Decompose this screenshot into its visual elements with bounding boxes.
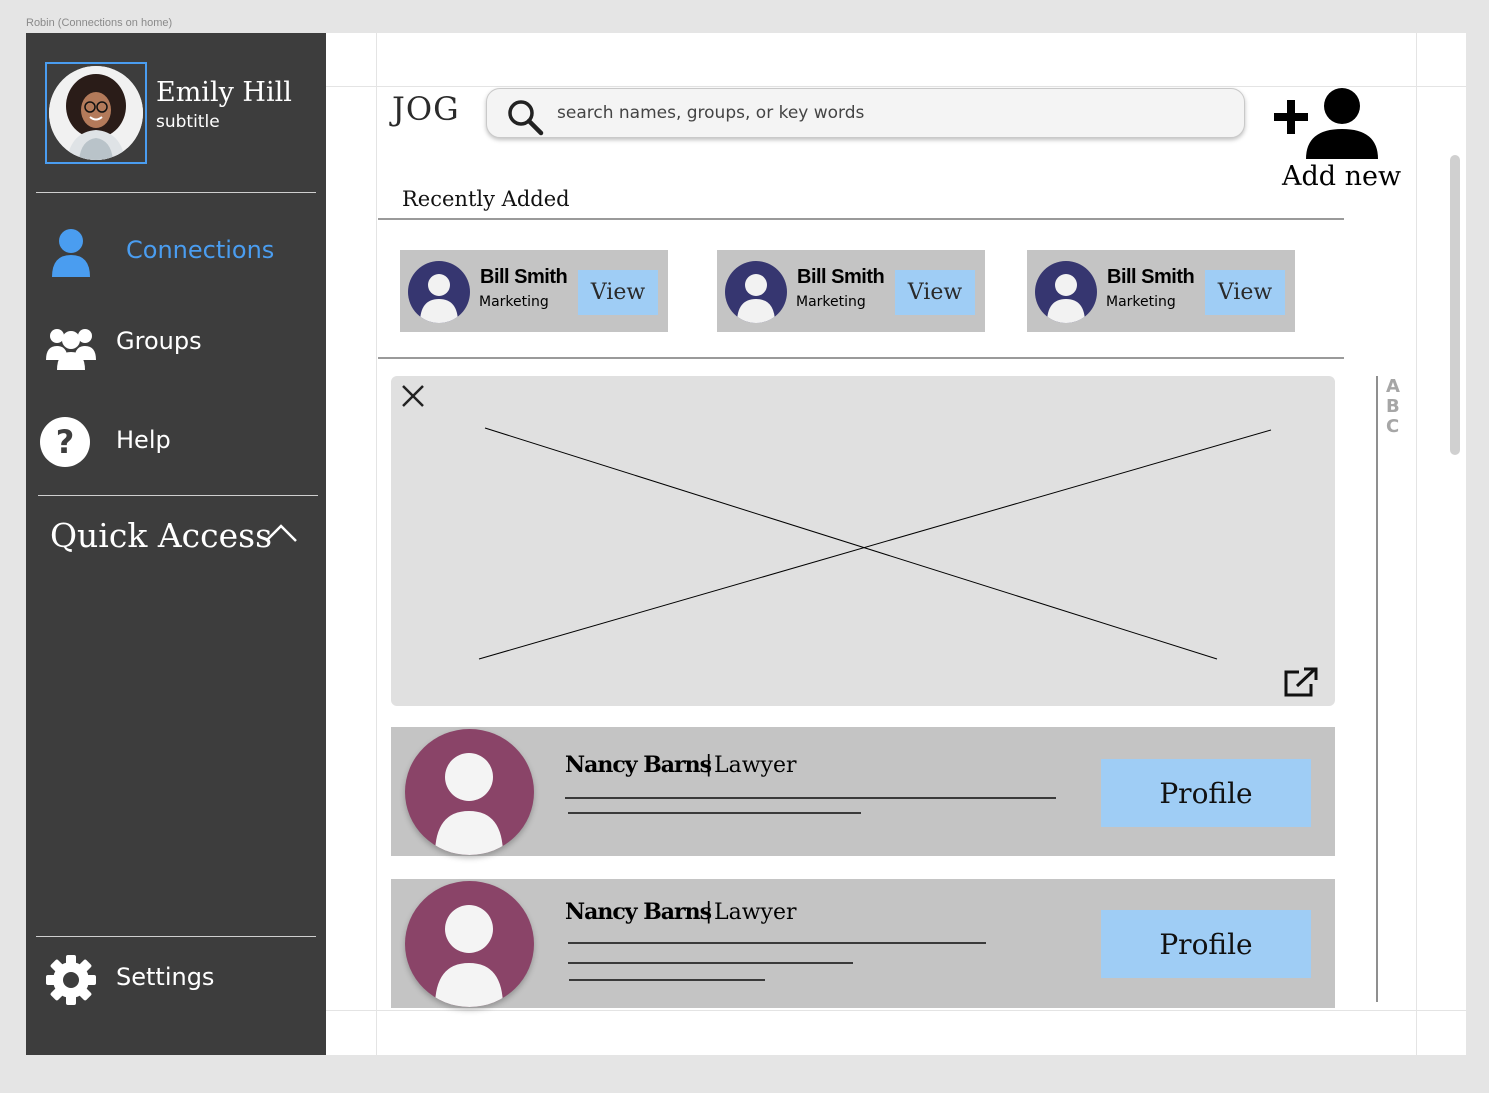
view-button[interactable]: View bbox=[1205, 270, 1285, 315]
sidebar-item-groups[interactable]: Groups bbox=[26, 315, 326, 375]
sidebar-item-help[interactable]: ? Help bbox=[26, 412, 326, 472]
user-subtitle: subtitle bbox=[156, 112, 220, 132]
recent-card: Bill Smith Marketing View bbox=[717, 250, 985, 332]
connection-name: Nancy Barns bbox=[565, 752, 712, 778]
text-placeholder-line bbox=[568, 942, 986, 944]
sidebar-item-label: Connections bbox=[126, 236, 275, 264]
connection-card: Nancy Barns | Lawyer Profile bbox=[391, 879, 1335, 1008]
image-placeholder bbox=[391, 376, 1335, 706]
avatar bbox=[49, 66, 143, 160]
profile-button[interactable]: Profile bbox=[1101, 910, 1311, 978]
recent-card-role: Marketing bbox=[796, 294, 866, 310]
recent-card: Bill Smith Marketing View bbox=[1027, 250, 1295, 332]
close-icon[interactable] bbox=[399, 382, 427, 410]
profile-button[interactable]: Profile bbox=[1101, 759, 1311, 827]
name-separator: | bbox=[705, 752, 713, 777]
avatar bbox=[405, 729, 534, 855]
sidebar-item-connections[interactable]: Connections bbox=[26, 222, 326, 282]
connection-name: Nancy Barns bbox=[565, 899, 712, 925]
layout-guide bbox=[326, 1010, 1466, 1011]
scrollbar-thumb[interactable] bbox=[1450, 155, 1460, 455]
sidebar-item-label: Help bbox=[116, 426, 171, 454]
user-avatar-frame[interactable] bbox=[45, 62, 147, 164]
avatar bbox=[1035, 261, 1097, 323]
layout-guide bbox=[376, 33, 377, 1055]
person-icon bbox=[48, 222, 94, 282]
recent-card-role: Marketing bbox=[479, 294, 549, 310]
avatar bbox=[725, 261, 787, 323]
alphabet-letter[interactable]: B bbox=[1386, 396, 1400, 417]
group-icon bbox=[44, 323, 98, 371]
app-logo: JOG bbox=[392, 90, 460, 128]
gear-icon bbox=[44, 953, 98, 1007]
search-bar[interactable] bbox=[486, 88, 1245, 138]
chevron-up-icon[interactable] bbox=[264, 521, 298, 545]
alphabet-letter[interactable]: A bbox=[1386, 376, 1400, 397]
section-divider bbox=[378, 218, 1344, 220]
recently-added-title: Recently Added bbox=[402, 187, 570, 211]
sidebar-item-label: Settings bbox=[116, 963, 215, 991]
text-placeholder-line bbox=[565, 797, 1056, 799]
view-button[interactable]: View bbox=[895, 270, 975, 315]
connection-role: Lawyer bbox=[714, 900, 797, 925]
add-person-icon[interactable] bbox=[1270, 85, 1380, 163]
sidebar: Emily Hill subtitle Connections Groups ?… bbox=[26, 33, 326, 1055]
sidebar-item-settings[interactable]: Settings bbox=[26, 949, 326, 1009]
connection-role: Lawyer bbox=[714, 753, 797, 778]
section-divider bbox=[378, 357, 1344, 359]
quick-access-title: Quick Access bbox=[50, 516, 273, 555]
user-name: Emily Hill bbox=[156, 77, 292, 108]
avatar bbox=[405, 881, 534, 1007]
alphabet-letter[interactable]: C bbox=[1386, 416, 1399, 437]
frame-label: Robin (Connections on home) bbox=[26, 17, 173, 29]
external-link-icon[interactable] bbox=[1283, 666, 1319, 698]
recent-card: Bill Smith Marketing View bbox=[400, 250, 668, 332]
add-new-label[interactable]: Add new bbox=[1282, 161, 1401, 192]
sidebar-divider bbox=[36, 192, 316, 193]
search-input[interactable] bbox=[557, 89, 1227, 137]
svg-text:?: ? bbox=[56, 423, 75, 461]
search-icon[interactable] bbox=[505, 97, 545, 137]
connection-card: Nancy Barns | Lawyer Profile bbox=[391, 727, 1335, 856]
text-placeholder-line bbox=[569, 979, 765, 981]
text-placeholder-line bbox=[568, 962, 853, 964]
sidebar-divider bbox=[38, 495, 318, 496]
placeholder-cross bbox=[478, 427, 1272, 660]
help-icon: ? bbox=[39, 416, 91, 468]
sidebar-divider bbox=[36, 936, 316, 937]
recent-card-name: Bill Smith bbox=[797, 266, 885, 288]
name-separator: | bbox=[705, 899, 713, 924]
app-frame: Emily Hill subtitle Connections Groups ?… bbox=[26, 33, 1466, 1055]
recent-card-role: Marketing bbox=[1106, 294, 1176, 310]
sidebar-item-label: Groups bbox=[116, 327, 202, 355]
recent-card-name: Bill Smith bbox=[1107, 266, 1195, 288]
view-button[interactable]: View bbox=[578, 270, 658, 315]
recent-card-name: Bill Smith bbox=[480, 266, 568, 288]
layout-guide bbox=[1416, 33, 1417, 1055]
alphabet-index: A B C bbox=[1376, 376, 1400, 1002]
avatar bbox=[408, 261, 470, 323]
text-placeholder-line bbox=[568, 812, 861, 814]
